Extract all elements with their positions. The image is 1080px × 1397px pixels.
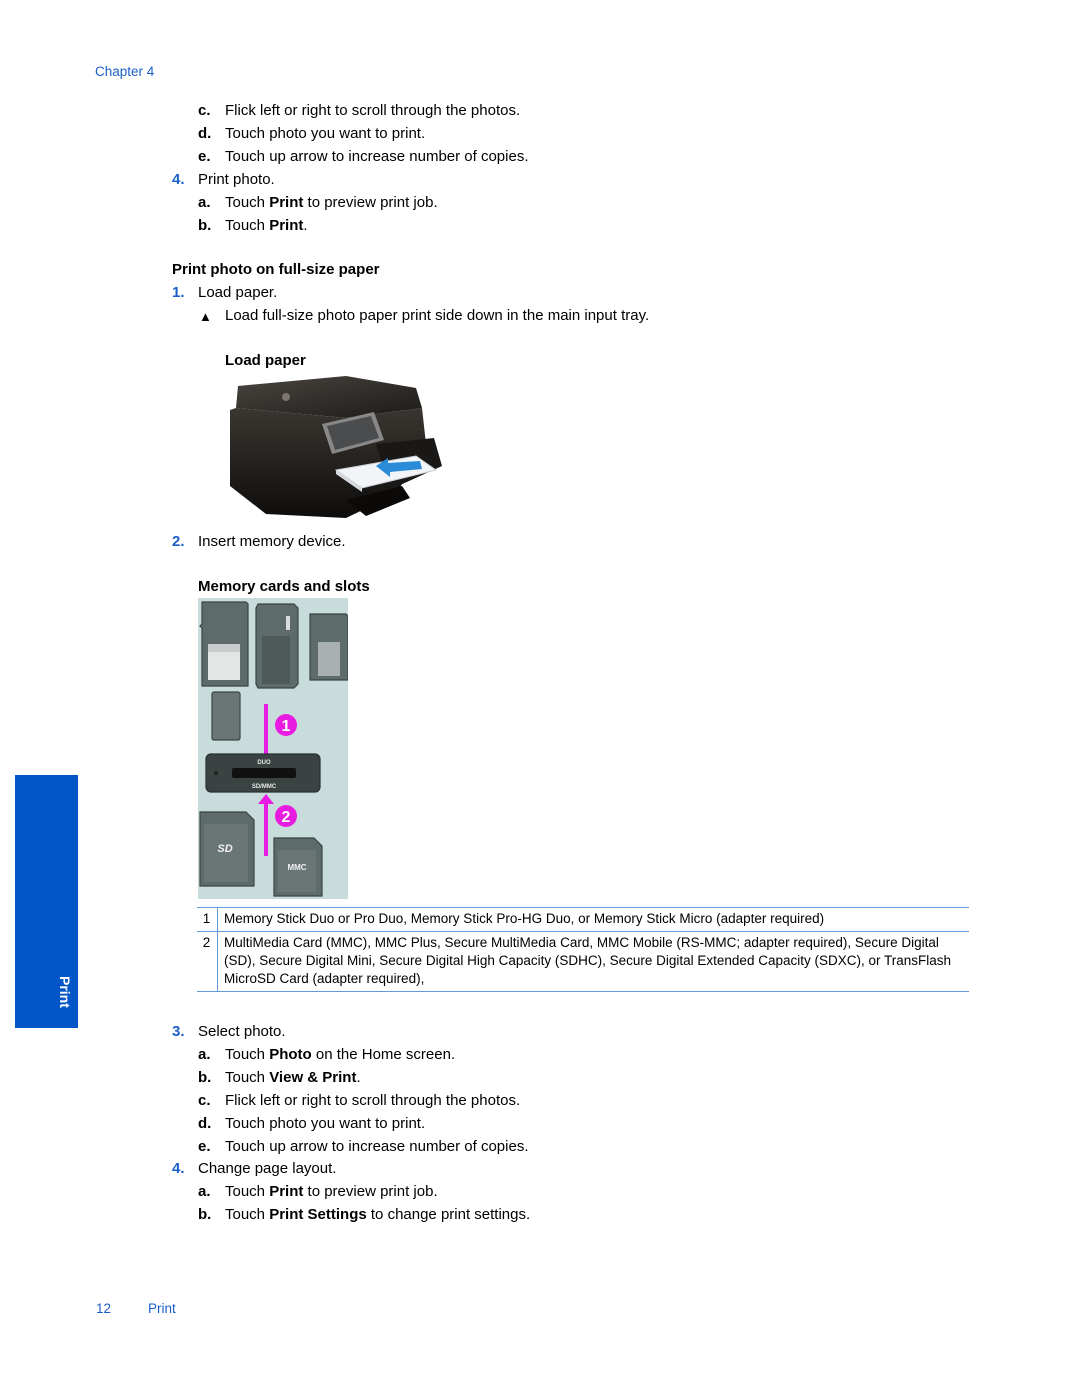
step-text: Select photo. bbox=[198, 1023, 286, 1040]
chapter-label: Chapter 4 bbox=[95, 64, 155, 79]
step-number: 2. bbox=[172, 533, 185, 550]
row-index: 2 bbox=[197, 931, 218, 992]
step-marker: a. bbox=[198, 1183, 211, 1200]
step-number: 3. bbox=[172, 1023, 185, 1040]
row-text: MultiMedia Card (MMC), MMC Plus, Secure … bbox=[217, 931, 969, 992]
printer-image bbox=[226, 374, 444, 524]
stick-label-area bbox=[262, 636, 290, 684]
step-text: Touch up arrow to increase number of cop… bbox=[225, 1138, 529, 1155]
hp-logo bbox=[282, 393, 290, 401]
sd-logo: SD bbox=[217, 843, 232, 855]
row-text: Memory Stick Duo or Pro Duo, Memory Stic… bbox=[217, 907, 969, 932]
footer-section-title: Print bbox=[148, 1301, 176, 1316]
duo-label-area bbox=[318, 642, 340, 676]
printer-illustration bbox=[230, 376, 442, 518]
section-heading: Print photo on full-size paper bbox=[172, 261, 380, 278]
step-text: Touch Photo on the Home screen. bbox=[225, 1046, 456, 1063]
step-text: Touch photo you want to print. bbox=[225, 125, 426, 142]
figure-caption: Load paper bbox=[225, 352, 306, 369]
step-marker: e. bbox=[198, 148, 211, 165]
step-number: 1. bbox=[172, 284, 185, 301]
step-text: Load full-size photo paper print side do… bbox=[225, 307, 650, 324]
step-text: Touch View & Print. bbox=[225, 1069, 361, 1086]
card-types-table: 1 Memory Stick Duo or Pro Duo, Memory St… bbox=[197, 907, 969, 992]
step-text: Touch Print to preview print job. bbox=[225, 1183, 438, 1200]
step-marker: a. bbox=[198, 194, 211, 211]
callout-1-label: 1 bbox=[282, 718, 291, 735]
table-row: 2 MultiMedia Card (MMC), MMC Plus, Secur… bbox=[197, 931, 969, 992]
row-index: 1 bbox=[197, 907, 218, 932]
memory-stick-micro bbox=[211, 691, 241, 741]
arrow-2-head bbox=[258, 794, 274, 804]
figure-caption: Memory cards and slots bbox=[198, 578, 370, 595]
step-marker: d. bbox=[198, 1115, 212, 1132]
page-number: 12 bbox=[96, 1301, 112, 1316]
step-text: Touch Print to preview print job. bbox=[225, 194, 438, 211]
step-marker: b. bbox=[198, 1206, 212, 1223]
mmc-label: MMC bbox=[287, 863, 306, 872]
step-text: Flick left or right to scroll through th… bbox=[225, 1092, 521, 1109]
step-marker: b. bbox=[198, 217, 212, 234]
adapter-window-top bbox=[208, 644, 240, 652]
callout-2-label: 2 bbox=[282, 809, 291, 826]
step-number: 4. bbox=[172, 171, 185, 188]
memory-cards-illustration: 1 DUO SD/MMC 2 SD MMC bbox=[199, 601, 349, 897]
step-marker: b. bbox=[198, 1069, 212, 1086]
step-marker: a. bbox=[198, 1046, 211, 1063]
side-tab-label: Print bbox=[57, 976, 73, 1008]
triangle-bullet-icon: ▲ bbox=[199, 309, 212, 324]
slot-label-sdmmc: SD/MMC bbox=[252, 784, 277, 790]
step-number: 4. bbox=[172, 1160, 185, 1177]
step-marker: d. bbox=[198, 125, 212, 142]
step-text: Touch photo you want to print. bbox=[225, 1115, 426, 1132]
step-text: Change page layout. bbox=[198, 1160, 337, 1177]
stick-contact bbox=[286, 616, 290, 630]
section-side-tab: Print bbox=[15, 775, 78, 1028]
step-marker: e. bbox=[198, 1138, 211, 1155]
table-row: 1 Memory Stick Duo or Pro Duo, Memory St… bbox=[197, 907, 969, 932]
step-text: Touch Print. bbox=[225, 217, 308, 234]
card-slot bbox=[232, 768, 296, 778]
memory-cards-image: 1 DUO SD/MMC 2 SD MMC bbox=[198, 598, 349, 899]
step-marker: c. bbox=[198, 102, 211, 119]
slot-led bbox=[214, 771, 218, 775]
step-text: Insert memory device. bbox=[198, 533, 346, 550]
slot-label-duo: DUO bbox=[257, 760, 271, 766]
step-text: Touch up arrow to increase number of cop… bbox=[225, 148, 529, 165]
step-text: Load paper. bbox=[198, 284, 278, 301]
step-marker: c. bbox=[198, 1092, 211, 1109]
step-text: Touch Print Settings to change print set… bbox=[225, 1206, 531, 1223]
step-text: Print photo. bbox=[198, 171, 275, 188]
step-text: Flick left or right to scroll through th… bbox=[225, 102, 521, 119]
